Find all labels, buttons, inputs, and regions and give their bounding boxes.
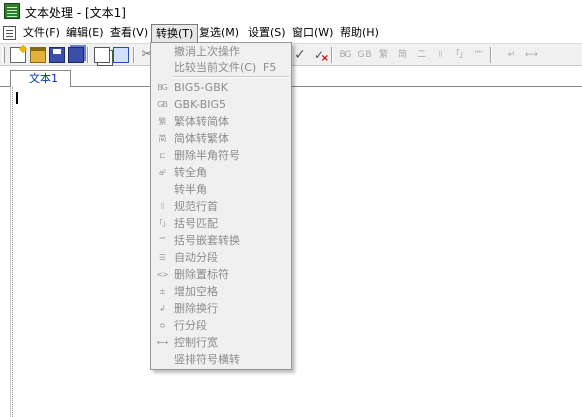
copy-icon[interactable] [94, 47, 110, 63]
save-icon[interactable] [49, 47, 65, 63]
new-file-icon[interactable] [10, 47, 26, 63]
menu-item-add-spaces[interactable]: ± 增加空格 [151, 283, 291, 300]
menu-edit[interactable]: 编辑(E) [62, 25, 108, 42]
find-icon[interactable] [113, 47, 129, 63]
line-paragraph-icon: ≎ [159, 321, 166, 330]
save-all-icon[interactable] [68, 47, 84, 63]
toolbar-separator [133, 47, 135, 63]
line-width-icon[interactable]: ⟷ [523, 47, 539, 63]
menu-item-bracket-match[interactable]: 「」 括号匹配 [151, 215, 291, 232]
normalize-lines-icon: ⁝⁝ [160, 202, 164, 211]
trad-simp-icon: 繁 [158, 117, 167, 126]
toolbar-separator [331, 47, 333, 63]
menu-bar: 文件(F) 编辑(E) 查看(V) 转换(T) 复选(M) 设置(S) 窗口(W… [0, 23, 582, 43]
window-title: 文本处理 - [文本1] [25, 6, 126, 20]
menu-item-to-halfwidth[interactable]: 转半角 [151, 181, 291, 198]
convert-menu-dropdown: 撤消上次操作 比较当前文件(C) F5 BG BIG5-GBK GB GBK-B… [150, 42, 292, 370]
check-icon[interactable]: ✓ [292, 47, 308, 63]
bracket-match-icon: 「」 [155, 219, 170, 228]
bracket-match-icon[interactable]: 「」 [451, 47, 468, 63]
check-cross-icon[interactable]: ✓ [311, 47, 329, 67]
editor-margin-rule [12, 87, 14, 417]
menu-settings[interactable]: 设置(S) [244, 25, 290, 42]
gbk-big5-icon: GB [157, 100, 168, 109]
menu-item-line-paragraph[interactable]: ≎ 行分段 [151, 317, 291, 334]
remove-halfwidth-icon[interactable]: 二 [413, 47, 429, 63]
quote-convert-icon: “” [158, 236, 166, 245]
menu-item-to-fullwidth[interactable]: a² 转全角 [151, 164, 291, 181]
menu-item-remove-markup[interactable]: <> 删除置标符 [151, 266, 291, 283]
big5-gbk-icon: BG [157, 83, 168, 92]
menu-item-compare-file[interactable]: 比较当前文件(C) F5 [151, 59, 291, 76]
toolbar-separator [490, 47, 492, 63]
gbk-big5-icon[interactable]: G B [356, 47, 372, 63]
menu-item-remove-halfwidth[interactable]: ⊏ 删除半角符号 [151, 147, 291, 164]
remove-halfwidth-icon: ⊏ [159, 151, 166, 160]
fullwidth-icon: a² [158, 168, 166, 177]
add-space-icon: ± [159, 287, 166, 296]
document-icon[interactable] [3, 26, 16, 40]
tab-document-1[interactable]: 文本1 [10, 70, 71, 87]
delete-newline-icon[interactable]: ↵ [503, 47, 519, 63]
menu-help[interactable]: 帮助(H) [336, 25, 383, 42]
shortcut-label: F5 [263, 61, 277, 74]
menu-item-vertical-symbols-horizontal[interactable]: 竖排符号横转 [151, 351, 291, 368]
toolbar-separator [87, 47, 89, 63]
simp-trad-icon: 简 [158, 134, 167, 143]
menu-item-auto-paragraph[interactable]: ☰ 自动分段 [151, 249, 291, 266]
menu-convert[interactable]: 转换(T) [151, 24, 199, 43]
normalize-lines-icon[interactable]: ⁝⁝ [432, 47, 448, 63]
menu-item-undo-last[interactable]: 撤消上次操作 [151, 43, 291, 60]
delete-newline-icon: ↲ [159, 304, 166, 313]
title-bar: 文本处理 - [文本1] [0, 0, 582, 23]
menu-separator [173, 76, 289, 78]
menu-multiselect[interactable]: 复选(M) [195, 25, 243, 42]
big5-gbk-icon[interactable]: BG [337, 47, 353, 63]
menu-item-normalize-line-start[interactable]: ⁝⁝ 规范行首 [151, 198, 291, 215]
text-editor[interactable] [10, 87, 582, 417]
menu-file[interactable]: 文件(F) [19, 25, 64, 42]
app-icon [4, 3, 20, 19]
open-folder-icon[interactable] [30, 47, 46, 63]
text-caret [16, 92, 18, 104]
quote-convert-icon[interactable]: “” [470, 47, 486, 63]
menu-view[interactable]: 查看(V) [106, 25, 152, 42]
menu-item-big5-gbk[interactable]: BG BIG5-GBK [151, 79, 291, 96]
line-width-icon: ⟷ [156, 338, 168, 347]
menu-item-bracket-nest-convert[interactable]: “” 括号嵌套转换 [151, 232, 291, 249]
menu-item-control-line-width[interactable]: ⟷ 控制行宽 [151, 334, 291, 351]
menu-item-simp-to-trad[interactable]: 简 简体转繁体 [151, 130, 291, 147]
editor-gutter [0, 87, 10, 417]
menu-window[interactable]: 窗口(W) [288, 25, 337, 42]
menu-item-delete-newlines[interactable]: ↲ 删除换行 [151, 300, 291, 317]
toolbar-grip[interactable] [2, 47, 5, 63]
markup-icon: <> [156, 270, 168, 279]
trad-simp-icon[interactable]: 繁 [375, 47, 391, 63]
menu-item-trad-to-simp[interactable]: 繁 繁体转简体 [151, 113, 291, 130]
simp-trad-icon[interactable]: 简 [394, 47, 410, 63]
menu-item-gbk-big5[interactable]: GB GBK-BIG5 [151, 96, 291, 113]
auto-paragraph-icon: ☰ [158, 253, 166, 262]
